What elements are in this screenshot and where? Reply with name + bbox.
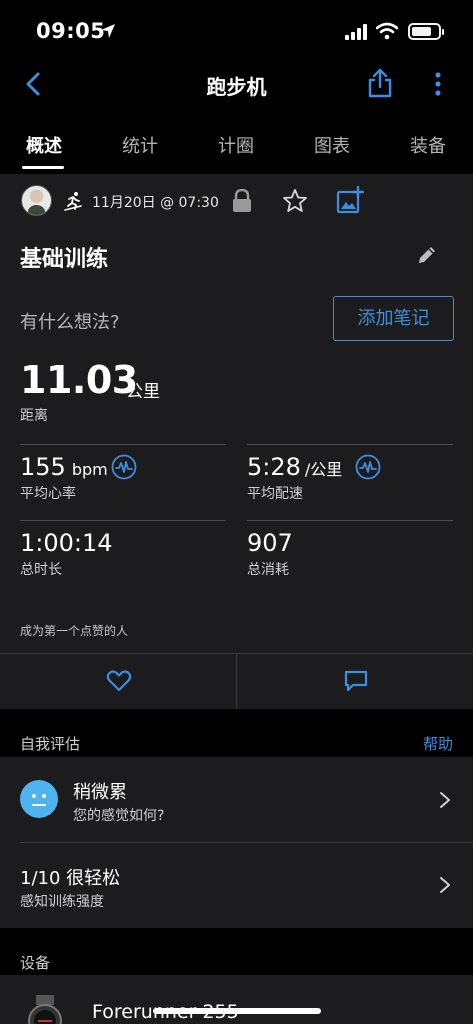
- device-row[interactable]: Forerunner 255: [0, 975, 473, 1024]
- page-title: 跑步机: [206, 75, 267, 99]
- chevron-right-icon: [440, 792, 450, 808]
- heart-rate-stat: 155 bpm: [20, 453, 108, 481]
- first-like-text: 成为第一个点赞的人: [20, 624, 129, 638]
- pace-stat: 5:28/公里: [247, 453, 342, 481]
- tab-charts[interactable]: 图表: [314, 132, 350, 158]
- signal-icon: [345, 24, 367, 40]
- treadmill-run-icon: [64, 192, 82, 211]
- thoughts-prompt: 有什么想法?: [20, 312, 120, 333]
- home-indicator: [153, 1008, 321, 1014]
- location-arrow-icon: [101, 24, 115, 38]
- tab-overview[interactable]: 概述: [26, 132, 62, 158]
- effort-row[interactable]: 1/10 很轻松 感知训练强度: [0, 843, 473, 928]
- activity-card: 11月20日 @ 07:30 基础训练 有什么想法? 添加笔记 11.03 公里…: [0, 174, 473, 709]
- tab-bar: 概述 统计 计圈 图表 装备: [0, 108, 473, 174]
- comment-button[interactable]: [236, 654, 473, 709]
- more-icon[interactable]: [428, 70, 448, 98]
- like-button[interactable]: [0, 654, 236, 709]
- comment-icon: [344, 670, 368, 692]
- self-eval-title: 自我评估: [20, 735, 81, 753]
- action-row: [0, 653, 473, 709]
- nav-bar: 跑步机: [0, 60, 473, 108]
- device-header: 设备: [0, 928, 473, 975]
- duration-value: 1:00:14: [20, 529, 113, 557]
- edit-icon[interactable]: [416, 244, 438, 266]
- graph-icon[interactable]: [355, 454, 381, 480]
- battery-icon: [408, 23, 444, 40]
- divider: [20, 520, 226, 521]
- lock-icon[interactable]: [231, 189, 253, 213]
- divider: [20, 444, 226, 445]
- distance-unit: 公里: [126, 382, 160, 402]
- active-tab-indicator: [22, 166, 64, 169]
- workout-name: 基础训练: [20, 247, 109, 272]
- feel-title: 稍微累: [73, 782, 127, 803]
- distance-label: 距离: [20, 408, 48, 424]
- add-photo-icon[interactable]: [336, 186, 364, 214]
- effort-subtitle: 感知训练强度: [20, 894, 104, 910]
- activity-datetime: 11月20日 @ 07:30: [92, 195, 219, 211]
- status-bar: 09:05: [0, 0, 473, 60]
- tab-laps[interactable]: 计圈: [218, 132, 254, 158]
- wifi-icon: [376, 22, 398, 40]
- effort-title: 1/10 很轻松: [20, 868, 121, 889]
- heart-rate-value: 155: [20, 453, 66, 481]
- face-icon: [20, 780, 58, 818]
- calories-label: 总消耗: [247, 562, 289, 578]
- heart-icon: [106, 670, 132, 692]
- add-note-button[interactable]: 添加笔记: [333, 296, 454, 341]
- avatar[interactable]: [21, 185, 52, 216]
- pace-label: 平均配速: [247, 486, 303, 502]
- watch-icon: [28, 995, 62, 1024]
- divider: [247, 444, 453, 445]
- pace-unit: /公里: [304, 460, 343, 479]
- share-icon[interactable]: [367, 68, 393, 98]
- star-icon[interactable]: [282, 188, 308, 214]
- feel-subtitle: 您的感觉如何?: [73, 808, 165, 824]
- self-eval-header: 自我评估 帮助: [0, 709, 473, 757]
- pace-value: 5:28: [247, 453, 301, 481]
- distance-value: 11.03: [20, 358, 138, 402]
- chevron-right-icon: [440, 877, 450, 893]
- tab-stats[interactable]: 统计: [122, 132, 158, 158]
- divider: [247, 520, 453, 521]
- graph-icon[interactable]: [111, 454, 137, 480]
- heart-rate-unit: bpm: [71, 460, 108, 479]
- help-link[interactable]: 帮助: [423, 733, 453, 754]
- calories-value: 907: [247, 529, 293, 557]
- activity-meta-row: 11月20日 @ 07:30: [0, 174, 473, 228]
- device-section-title: 设备: [20, 954, 51, 972]
- duration-label: 总时长: [20, 562, 62, 578]
- heart-rate-label: 平均心率: [20, 486, 76, 502]
- status-time: 09:05: [36, 19, 106, 43]
- tab-gear[interactable]: 装备: [410, 132, 446, 158]
- feel-row[interactable]: 稍微累 您的感觉如何?: [0, 757, 473, 843]
